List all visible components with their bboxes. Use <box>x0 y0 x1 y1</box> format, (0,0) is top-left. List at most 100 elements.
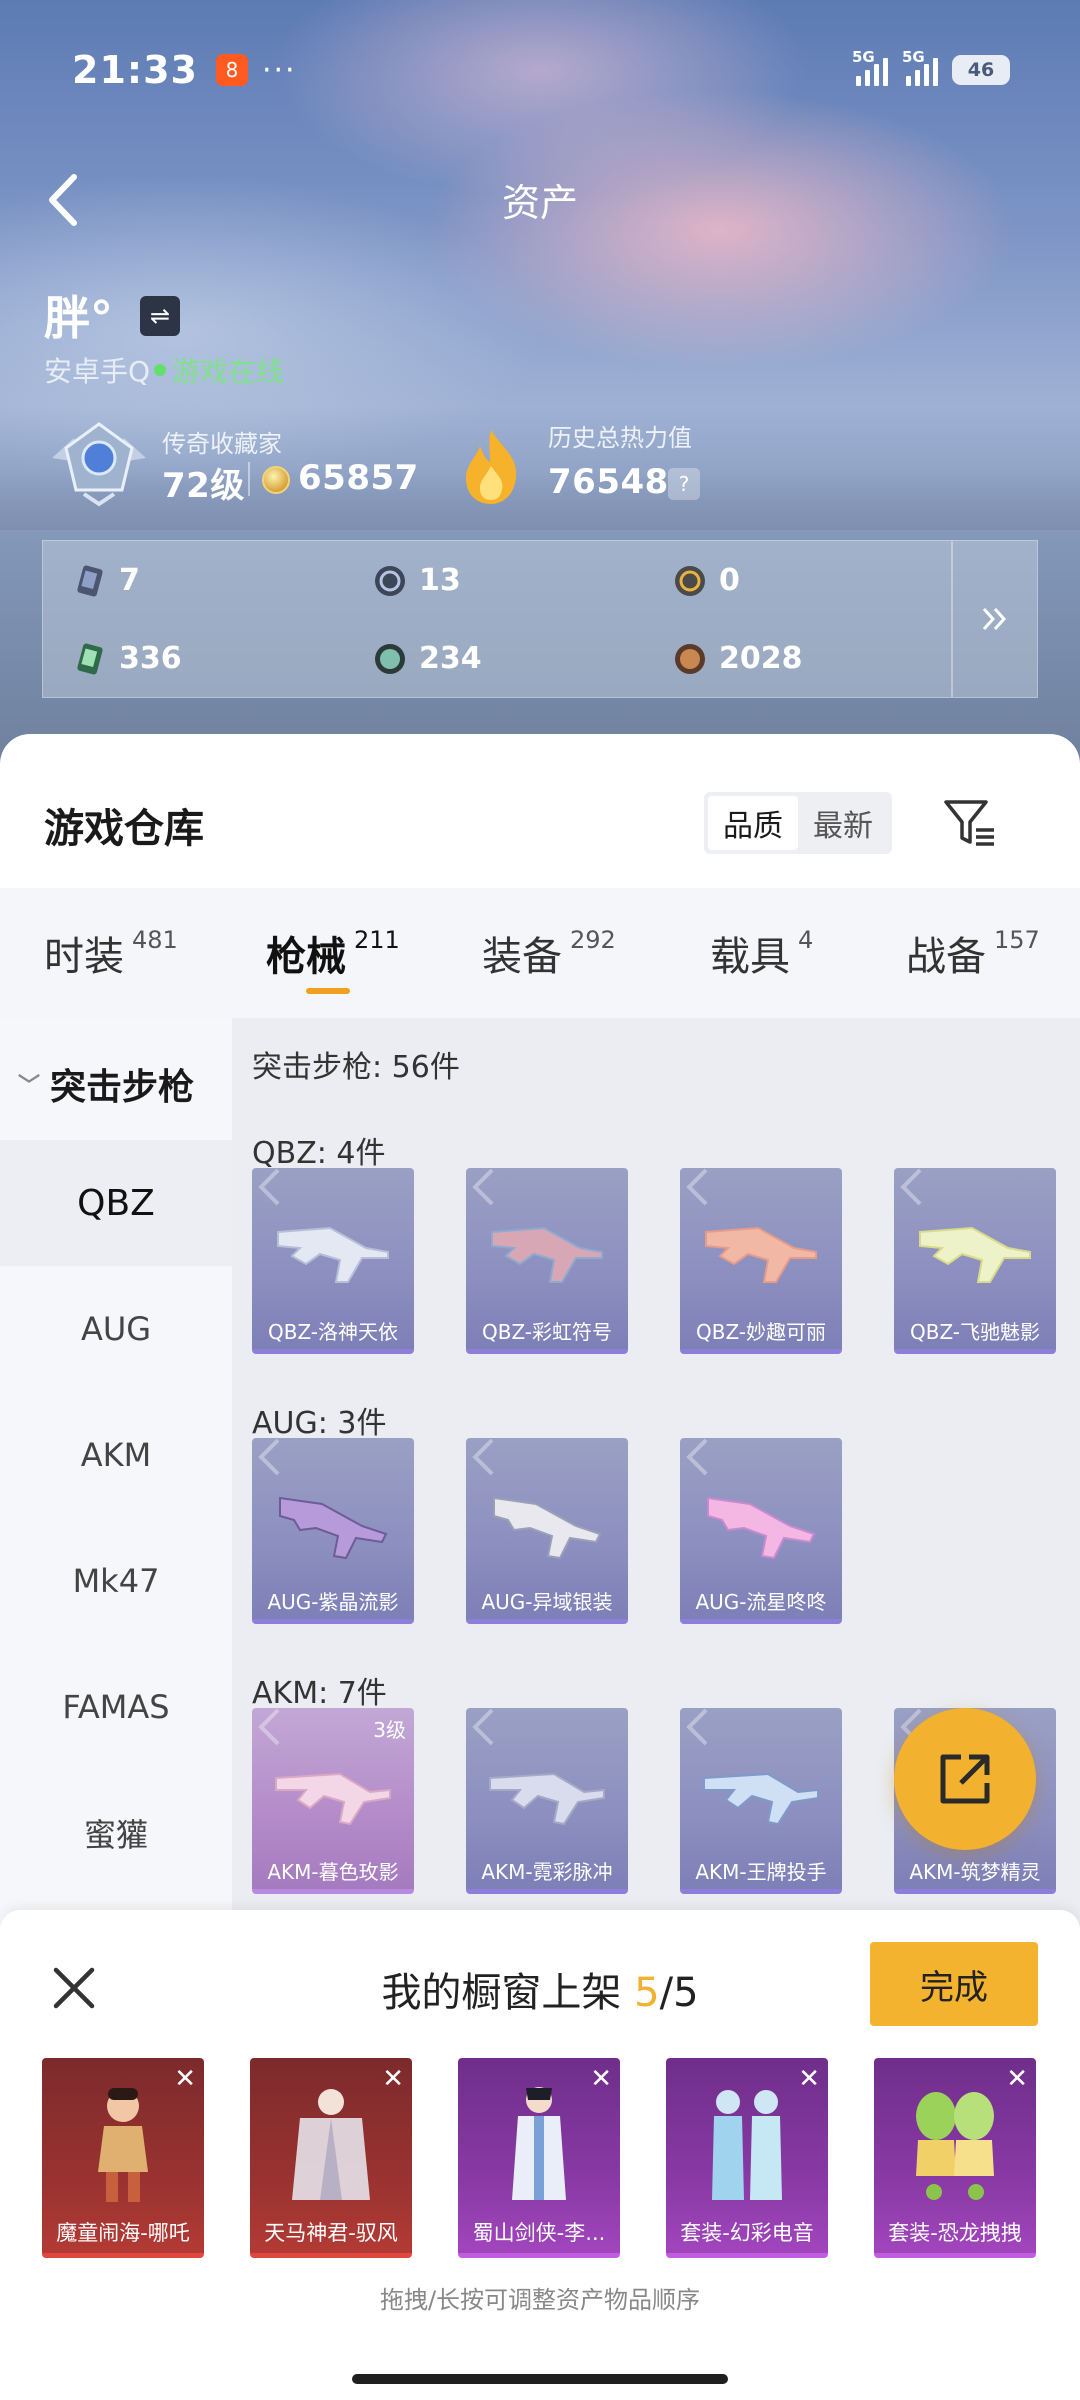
sidebar-item-aug[interactable]: AUG <box>0 1266 232 1392</box>
double-chevron-right-icon <box>982 607 1007 631</box>
sidebar-item-famas[interactable]: FAMAS <box>0 1644 232 1770</box>
rifle-icon <box>919 1226 1031 1283</box>
player-name: 胖° <box>44 291 113 345</box>
weapon-grid: 突击步枪: 56件 QBZ: 4件 QBZ-洛神天依 QBZ-彩虹符号 QBZ-… <box>232 1018 1080 2018</box>
weapon-card[interactable]: QBZ-飞驰魅影 <box>894 1168 1056 1354</box>
tab-combat-gear[interactable]: 战备 157 <box>906 924 1040 982</box>
showcase-count-current: 5 <box>634 1970 660 2016</box>
sidebar-item-qbz[interactable]: QBZ <box>0 1140 232 1266</box>
sidebar-item-akm[interactable]: AKM <box>0 1392 232 1518</box>
more-notifications-icon: ··· <box>261 52 297 88</box>
remove-item-icon[interactable]: ✕ <box>382 2064 404 2094</box>
online-status: 游戏在线 <box>172 355 285 388</box>
filter-icon[interactable] <box>940 794 1000 854</box>
player-platform-status: 安卓手Q 游戏在线 <box>44 350 284 390</box>
showcase-item[interactable]: ✕ 套装-幻彩电音 <box>666 2058 828 2258</box>
category-group-assault-rifle[interactable]: ﹀ 突击步枪 <box>18 1058 194 1110</box>
share-external-icon <box>940 1754 990 1804</box>
token-icon <box>375 565 405 596</box>
weapon-card[interactable]: 3级 AKM-暮色玫影 <box>252 1708 414 1894</box>
weapon-card[interactable]: AUG-异域银装 <box>466 1438 628 1624</box>
character-figure-icon <box>512 2087 566 2200</box>
heat-flame-icon <box>466 430 517 504</box>
currency-item: 13 <box>373 563 461 598</box>
currency-panel: 7 13 0 336 234 2028 <box>42 540 1038 698</box>
weapon-card[interactable]: AUG-紫晶流影 <box>252 1438 414 1624</box>
showcase-item[interactable]: ✕ 魔童闹海-哪吒 <box>42 2058 204 2258</box>
tab-vehicles[interactable]: 载具 4 <box>710 924 813 982</box>
weapon-type-sidebar: ﹀ 突击步枪 QBZ AUG AKM Mk47 FAMAS 蜜獾 <box>0 1018 232 2018</box>
home-indicator[interactable] <box>352 2374 728 2384</box>
grid-header: 突击步枪: 56件 <box>252 1050 460 1085</box>
status-time: 21:33 <box>72 48 198 92</box>
weapon-card[interactable]: QBZ-妙趣可丽 <box>680 1168 842 1354</box>
app-notification-icon: 8 <box>215 54 248 86</box>
player-level: 72级 <box>162 466 245 506</box>
weapon-card[interactable]: QBZ-洛神天依 <box>252 1168 414 1354</box>
green-card-icon <box>77 643 103 674</box>
weapon-card[interactable]: AKM-王牌投手 <box>680 1708 842 1894</box>
gold-token-icon <box>675 565 705 596</box>
character-figure-icon <box>916 2092 994 2200</box>
weapon-card[interactable]: AUG-流星咚咚 <box>680 1438 842 1624</box>
warehouse-title: 游戏仓库 <box>44 806 204 852</box>
bronze-coin-icon <box>675 643 705 674</box>
rifle-icon <box>279 1496 388 1560</box>
switch-account-button[interactable]: ⇌ <box>140 296 180 336</box>
category-tabs: 时装 481 枪械 211 装备 292 载具 4 战备 157 <box>0 888 1080 1018</box>
remove-item-icon[interactable]: ✕ <box>590 2064 612 2094</box>
collector-coin-icon <box>262 466 290 494</box>
tab-fashion[interactable]: 时装 481 <box>44 924 178 982</box>
character-figure-icon <box>98 2088 148 2202</box>
rifle-icon <box>275 1772 391 1826</box>
rank-label: 传奇收藏家 <box>162 430 282 458</box>
signal-icon: 5G <box>902 48 938 86</box>
sort-newest-option[interactable]: 最新 <box>798 796 888 850</box>
sort-toggle: 品质 最新 <box>704 792 892 854</box>
remove-item-icon[interactable]: ✕ <box>798 2064 820 2094</box>
sidebar-item-honey-badger[interactable]: 蜜獾 <box>0 1770 232 1896</box>
heat-label: 历史总热力值 <box>548 424 692 452</box>
collector-rank-badge-icon <box>52 422 146 507</box>
share-button[interactable] <box>894 1708 1036 1850</box>
rifle-icon <box>489 1772 605 1826</box>
group-title-aug: AUG: 3件 <box>252 1406 387 1441</box>
remove-item-icon[interactable]: ✕ <box>1006 2064 1028 2094</box>
expand-currencies-button[interactable] <box>953 541 1037 697</box>
tab-firearms[interactable]: 枪械 211 <box>266 924 400 982</box>
showcase-item[interactable]: ✕ 套装-恐龙拽拽 <box>874 2058 1036 2258</box>
rifle-icon <box>277 1226 389 1283</box>
stat-divider <box>248 462 250 496</box>
character-figure-icon <box>292 2089 370 2200</box>
collector-coins: 65857 <box>298 458 419 498</box>
weapon-card[interactable]: QBZ-彩虹符号 <box>466 1168 628 1354</box>
currency-item: 0 <box>673 563 740 598</box>
currency-item: 7 <box>73 563 140 598</box>
rifle-icon <box>705 1226 817 1283</box>
rifle-icon <box>493 1496 602 1560</box>
group-title-qbz: QBZ: 4件 <box>252 1136 386 1171</box>
battery-icon: 46 <box>952 55 1010 85</box>
orb-icon <box>375 643 405 674</box>
rifle-icon <box>491 1226 603 1283</box>
currency-item: 2028 <box>673 641 803 676</box>
showcase-item[interactable]: ✕ 天马神君-驭风 <box>250 2058 412 2258</box>
heat-help-button[interactable]: ? <box>668 468 700 500</box>
reorder-hint: 拖拽/长按可调整资产物品顺序 <box>379 2286 701 2314</box>
tab-equipment[interactable]: 装备 292 <box>482 924 616 982</box>
rifle-icon <box>707 1496 816 1560</box>
showcase-panel: 我的橱窗上架 5/5 完成 ✕ 魔童闹海-哪吒 ✕ 天马神君-驭风 ✕ 蜀山剑侠… <box>0 1910 1080 2400</box>
platform-label: 安卓手Q <box>44 355 151 388</box>
group-title-akm: AKM: 7件 <box>252 1676 387 1711</box>
remove-item-icon[interactable]: ✕ <box>174 2064 196 2094</box>
signal-icon: 5G <box>852 48 888 86</box>
status-bar: 21:33 8 ··· 5G 5G 46 <box>72 40 1010 100</box>
rifle-icon <box>703 1772 819 1826</box>
currency-item: 234 <box>373 641 482 676</box>
sidebar-item-mk47[interactable]: Mk47 <box>0 1518 232 1644</box>
weapon-card[interactable]: AKM-霓彩脉冲 <box>466 1708 628 1894</box>
currency-item: 336 <box>73 641 182 676</box>
showcase-item[interactable]: ✕ 蜀山剑侠-李... <box>458 2058 620 2258</box>
sort-quality-option[interactable]: 品质 <box>708 796 798 850</box>
done-button[interactable]: 完成 <box>870 1942 1038 2026</box>
